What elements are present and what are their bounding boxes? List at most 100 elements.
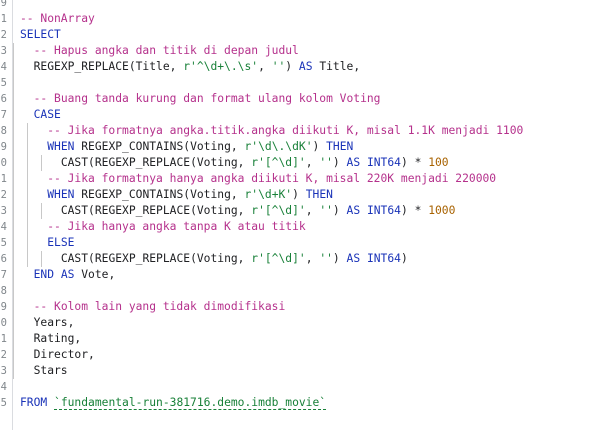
plain-token: (: [88, 204, 95, 217]
code-line[interactable]: 2 SELECT: [0, 27, 597, 43]
code-line[interactable]: 3 Stars: [0, 363, 597, 379]
code-area[interactable]: 9 1 -- NonArray 2 SELECT 3 -- Hapus angka dan…: [0, 0, 597, 411]
code-line[interactable]: 1 -- NonArray: [0, 11, 597, 27]
line-number: 1: [0, 333, 7, 345]
keyword-token: AS: [346, 204, 361, 217]
comment-token: -- Hapus angka dan titik di depan judul: [33, 44, 299, 57]
code-line[interactable]: 7 END AS Vote,: [0, 267, 597, 283]
line-number: 1: [0, 173, 7, 185]
line-number: 7: [0, 109, 7, 121]
line-number: 4: [0, 381, 7, 393]
plain-token: ,: [258, 60, 272, 73]
code-line-text: END AS Vote,: [20, 267, 116, 283]
code-line[interactable]: 1 -- Jika formatnya hanya angka diikuti …: [0, 171, 597, 187]
indent-guide: [13, 267, 14, 283]
code-line-text: WHEN REGEXP_CONTAINS(Voting, r'\d+K') TH…: [20, 187, 333, 203]
code-line[interactable]: 9 WHEN REGEXP_CONTAINS(Voting, r'\d\.\dK…: [0, 139, 597, 155]
plain-token: ): [312, 140, 327, 153]
plain-token: (Voting,: [190, 156, 252, 169]
code-line[interactable]: 8: [0, 283, 597, 299]
code-line[interactable]: 5 ELSE: [0, 235, 597, 251]
plain-token: (Voting,: [183, 188, 245, 201]
sql-editor[interactable]: 9 1 -- NonArray 2 SELECT 3 -- Hapus angka dan…: [0, 0, 597, 430]
code-line[interactable]: 9 -- Kolom lain yang tidak dimodifikasi: [0, 299, 597, 315]
keyword-token: END: [33, 268, 55, 281]
line-number: 9: [0, 301, 7, 313]
indent-guide: [13, 43, 14, 59]
code-line[interactable]: 8 -- Jika formatnya angka.titik.angka di…: [0, 123, 597, 139]
keyword-token: INT64: [366, 252, 401, 265]
string-token: '': [319, 252, 333, 265]
line-number: 2: [0, 189, 7, 201]
line-number: 0: [0, 317, 7, 329]
code-line[interactable]: 4 REGEXP_REPLACE(Title, r'^\d+\.\s', '')…: [0, 59, 597, 75]
line-number: 6: [0, 253, 7, 265]
string-token: r'[^\d]': [251, 156, 306, 169]
comment-token: -- Buang tanda kurung dan format ulang k…: [33, 92, 381, 105]
code-line[interactable]: 4: [0, 379, 597, 395]
code-line-text: REGEXP_REPLACE(Title, r'^\d+\.\s', '') A…: [20, 59, 361, 75]
code-line[interactable]: 4 -- Jika hanya angka tanpa K atau titik: [0, 219, 597, 235]
line-number: 8: [0, 285, 7, 297]
code-line-text: -- Jika formatnya angka.titik.angka diik…: [20, 123, 523, 139]
function-token: REGEXP_REPLACE: [94, 252, 191, 265]
keyword-token: FROM: [20, 396, 48, 409]
plain-token: Vote,: [74, 268, 116, 281]
line-number: 9: [0, 141, 7, 153]
plain-token: ): [292, 188, 306, 201]
line-number: 9: [0, 0, 7, 9]
code-line[interactable]: 2 WHEN REGEXP_CONTAINS(Voting, r'\d+K') …: [0, 187, 597, 203]
code-line[interactable]: 3 -- Hapus angka dan titik di depan judu…: [0, 43, 597, 59]
code-line[interactable]: 1 Rating,: [0, 331, 597, 347]
code-line-text: -- Kolom lain yang tidak dimodifikasi: [20, 299, 286, 315]
code-line-text: CAST(REGEXP_REPLACE(Voting, r'[^\d]', ''…: [20, 155, 449, 171]
code-line-text: SELECT: [20, 27, 61, 43]
code-line-text: Director,: [20, 347, 95, 363]
string-token: r'\d+K': [244, 188, 293, 201]
plain-token: (Voting,: [190, 204, 252, 217]
code-line[interactable]: 2 Director,: [0, 347, 597, 363]
code-line[interactable]: 5: [0, 75, 597, 91]
indent-guide: [13, 187, 14, 203]
comment-token: -- Jika formatnya hanya angka diikuti K,…: [47, 172, 497, 185]
string-token: r'\d\.\dK': [244, 140, 313, 153]
code-line[interactable]: 3 CAST(REGEXP_REPLACE(Voting, r'[^\d]', …: [0, 203, 597, 219]
indent-guide: [13, 203, 14, 219]
indent-guide: [13, 283, 14, 299]
comment-token: -- Jika hanya angka tanpa K atau titik: [47, 220, 306, 233]
keyword-token: WHEN: [47, 140, 75, 153]
plain-token: (Voting,: [183, 140, 245, 153]
line-number: 4: [0, 221, 7, 233]
code-line[interactable]: 6 -- Buang tanda kurung dan format ulang…: [0, 91, 597, 107]
keyword-token: AS: [346, 252, 361, 265]
code-line[interactable]: 9: [0, 0, 597, 11]
plain-token: ,: [305, 204, 320, 217]
keyword-token: INT64: [366, 204, 401, 217]
indent-guide: [13, 235, 14, 251]
comment-token: -- Kolom lain yang tidak dimodifikasi: [33, 300, 286, 313]
plain-token: ): [332, 204, 347, 217]
indent-guide: [13, 347, 14, 363]
plain-token: ,: [305, 156, 320, 169]
code-line[interactable]: 6 CAST(REGEXP_REPLACE(Voting, r'[^\d]', …: [0, 251, 597, 267]
code-line[interactable]: 5 FROM `fundamental-run-381716.demo.imdb_…: [0, 395, 597, 411]
code-line[interactable]: 0 Years,: [0, 315, 597, 331]
indent-guide: [13, 59, 14, 75]
plain-token: ): [332, 252, 347, 265]
string-token: r'[^\d]': [251, 204, 306, 217]
code-line-text: Years,: [20, 315, 75, 331]
code-line[interactable]: 7 CASE: [0, 107, 597, 123]
keyword-token: INT64: [366, 156, 401, 169]
line-number: 5: [0, 77, 7, 89]
table-reference-link[interactable]: `fundamental-run-381716.demo.imdb_movie`: [54, 396, 327, 410]
keyword-token: WHEN: [47, 188, 75, 201]
code-line[interactable]: 0 CAST(REGEXP_REPLACE(Voting, r'[^\d]', …: [0, 155, 597, 171]
plain-token: (Voting,: [190, 252, 252, 265]
line-number: 2: [0, 29, 7, 41]
